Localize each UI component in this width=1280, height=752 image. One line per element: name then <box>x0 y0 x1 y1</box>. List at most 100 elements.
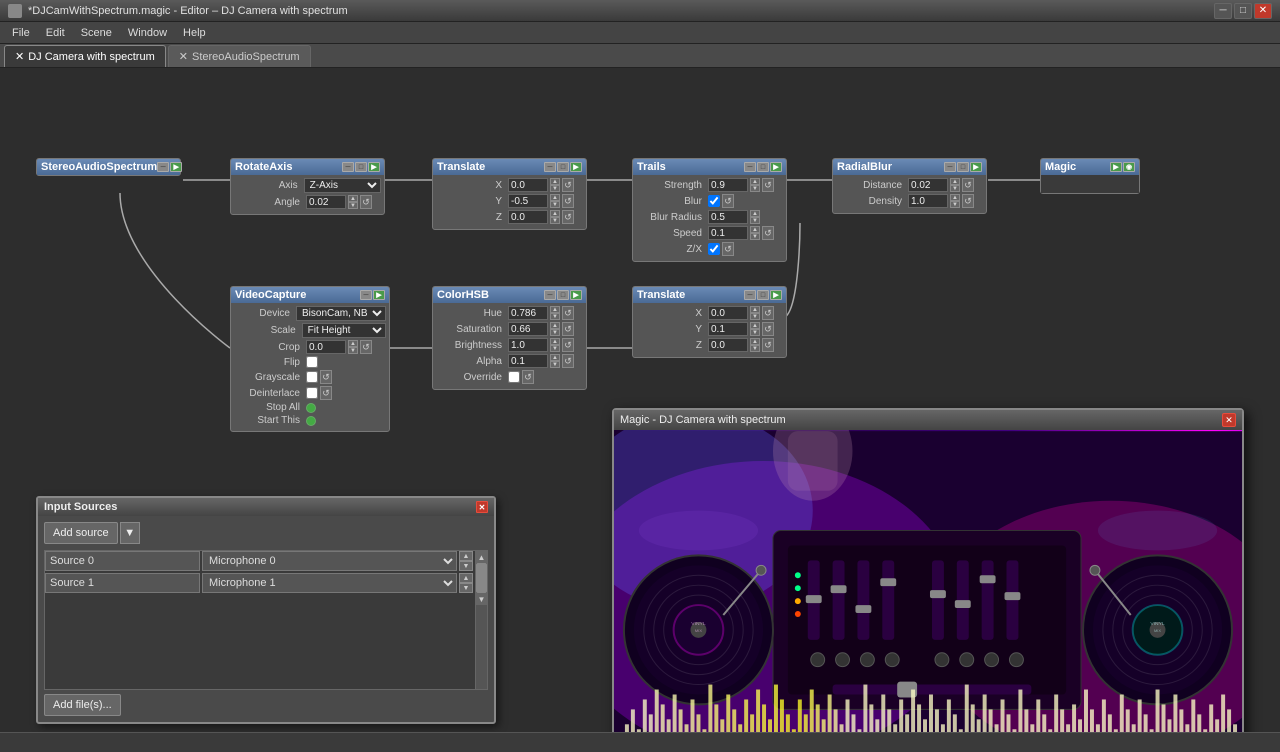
node-trails-ctrl1[interactable]: □ <box>757 162 769 172</box>
vc-crop-input[interactable] <box>306 340 346 354</box>
chsb-bright-down[interactable]: ▼ <box>550 345 560 352</box>
chsb-alpha-up[interactable]: ▲ <box>550 354 560 361</box>
rb-distance-down[interactable]: ▼ <box>950 185 960 192</box>
add-files-button[interactable]: Add file(s)... <box>44 694 121 716</box>
trails-blur-reset[interactable]: ↺ <box>722 194 734 208</box>
trails-strength-input[interactable] <box>708 178 748 192</box>
chsb-sat-down[interactable]: ▼ <box>550 329 560 336</box>
node-vc-connect[interactable]: ▶ <box>373 290 385 300</box>
maximize-button[interactable]: □ <box>1234 3 1252 19</box>
t2-z-reset[interactable]: ↺ <box>762 338 774 352</box>
t1-y-down[interactable]: ▼ <box>550 201 560 208</box>
source-1-scroll-up[interactable]: ▲ <box>459 573 473 583</box>
node-rb-connect[interactable]: ▶ <box>970 162 982 172</box>
trails-blurradius-input[interactable] <box>708 210 748 224</box>
node-t1-connect[interactable]: ▶ <box>570 162 582 172</box>
trails-blurradius-down[interactable]: ▼ <box>750 217 760 224</box>
t1-z-down[interactable]: ▼ <box>550 217 560 224</box>
node-trails-connect[interactable]: ▶ <box>770 162 782 172</box>
chsb-alpha-down[interactable]: ▼ <box>550 361 560 368</box>
rotate-angle-down[interactable]: ▼ <box>348 202 358 209</box>
vc-scale-select[interactable]: Fit Height <box>302 323 386 338</box>
vc-startthis-dot[interactable] <box>306 416 316 426</box>
t2-y-up[interactable]: ▲ <box>750 322 760 329</box>
chsb-override-reset[interactable]: ↺ <box>522 370 534 384</box>
input-sources-close-button[interactable]: ✕ <box>476 501 488 513</box>
node-chsb-ctrl1[interactable]: □ <box>557 290 569 300</box>
rb-density-down[interactable]: ▼ <box>950 201 960 208</box>
node-chsb-connect[interactable]: ▶ <box>570 290 582 300</box>
t2-z-down[interactable]: ▼ <box>750 345 760 352</box>
t1-z-up[interactable]: ▲ <box>550 210 560 217</box>
source-0-scroll-down[interactable]: ▼ <box>459 561 473 571</box>
t2-x-reset[interactable]: ↺ <box>762 306 774 320</box>
chsb-alpha-reset[interactable]: ↺ <box>562 354 574 368</box>
chsb-hue-input[interactable] <box>508 306 548 320</box>
node-chsb-minimize[interactable]: ─ <box>544 290 556 300</box>
node-t2-ctrl1[interactable]: □ <box>757 290 769 300</box>
scrollbar-down-button[interactable]: ▼ <box>476 593 487 605</box>
rb-distance-input[interactable] <box>908 178 948 192</box>
chsb-bright-input[interactable] <box>508 338 548 352</box>
trails-zx-check[interactable] <box>708 243 720 255</box>
t1-y-input[interactable] <box>508 194 548 208</box>
vc-device-select[interactable]: BisonCam, NB Pro <box>296 306 386 321</box>
vc-stopall-dot[interactable] <box>306 403 316 413</box>
trails-blurradius-up[interactable]: ▲ <box>750 210 760 217</box>
chsb-bright-up[interactable]: ▲ <box>550 338 560 345</box>
node-stereo-minimize[interactable]: ─ <box>157 162 169 172</box>
rb-distance-up[interactable]: ▲ <box>950 178 960 185</box>
close-button[interactable]: ✕ <box>1254 3 1272 19</box>
t2-x-input[interactable] <box>708 306 748 320</box>
chsb-alpha-input[interactable] <box>508 354 548 368</box>
node-trails-minimize[interactable]: ─ <box>744 162 756 172</box>
trails-speed-reset[interactable]: ↺ <box>762 226 774 240</box>
chsb-bright-reset[interactable]: ↺ <box>562 338 574 352</box>
vc-crop-down[interactable]: ▼ <box>348 347 358 354</box>
magic-window-close[interactable]: ✕ <box>1222 413 1236 427</box>
minimize-button[interactable]: ─ <box>1214 3 1232 19</box>
vc-deinterlace-check[interactable] <box>306 387 318 399</box>
source-1-scroll-down[interactable]: ▼ <box>459 583 473 593</box>
menu-scene[interactable]: Scene <box>73 25 120 41</box>
tab-dj-camera[interactable]: ✕ DJ Camera with spectrum <box>4 45 166 67</box>
source-0-scroll-up[interactable]: ▲ <box>459 551 473 561</box>
menu-edit[interactable]: Edit <box>38 25 73 41</box>
rotate-angle-reset[interactable]: ↺ <box>360 195 372 209</box>
trails-strength-reset[interactable]: ↺ <box>762 178 774 192</box>
chsb-hue-down[interactable]: ▼ <box>550 313 560 320</box>
t2-z-input[interactable] <box>708 338 748 352</box>
chsb-override-check[interactable] <box>508 371 520 383</box>
chsb-sat-input[interactable] <box>508 322 548 336</box>
source-0-device-select[interactable]: Microphone 0 Microphone 1 <box>202 551 457 571</box>
menu-help[interactable]: Help <box>175 25 214 41</box>
t1-y-reset[interactable]: ↺ <box>562 194 574 208</box>
node-vc-minimize[interactable]: ─ <box>360 290 372 300</box>
chsb-hue-reset[interactable]: ↺ <box>562 306 574 320</box>
vc-crop-reset[interactable]: ↺ <box>360 340 372 354</box>
node-rotate-connect[interactable]: ▶ <box>368 162 380 172</box>
source-1-device-select[interactable]: Microphone 1 Microphone 0 <box>202 573 457 593</box>
rotate-angle-up[interactable]: ▲ <box>348 195 358 202</box>
node-rotate-ctrl1[interactable]: □ <box>355 162 367 172</box>
node-stereo-connect[interactable]: ▶ <box>170 162 182 172</box>
node-t2-minimize[interactable]: ─ <box>744 290 756 300</box>
trails-speed-input[interactable] <box>708 226 748 240</box>
t1-z-input[interactable] <box>508 210 548 224</box>
trails-strength-up[interactable]: ▲ <box>750 178 760 185</box>
rb-density-input[interactable] <box>908 194 948 208</box>
scrollbar-thumb[interactable] <box>476 563 487 593</box>
rb-density-reset[interactable]: ↺ <box>962 194 974 208</box>
t1-z-reset[interactable]: ↺ <box>562 210 574 224</box>
rotate-angle-input[interactable] <box>306 195 346 209</box>
t2-x-up[interactable]: ▲ <box>750 306 760 313</box>
trails-speed-up[interactable]: ▲ <box>750 226 760 233</box>
vc-deinterlace-reset[interactable]: ↺ <box>320 386 332 400</box>
t2-x-down[interactable]: ▼ <box>750 313 760 320</box>
trails-zx-reset[interactable]: ↺ <box>722 242 734 256</box>
titlebar-controls[interactable]: ─ □ ✕ <box>1214 3 1272 19</box>
chsb-sat-up[interactable]: ▲ <box>550 322 560 329</box>
tab-stereo-audio[interactable]: ✕ StereoAudioSpectrum <box>168 45 311 67</box>
t1-y-up[interactable]: ▲ <box>550 194 560 201</box>
sources-scrollbar[interactable]: ▲ ▼ <box>475 551 487 689</box>
